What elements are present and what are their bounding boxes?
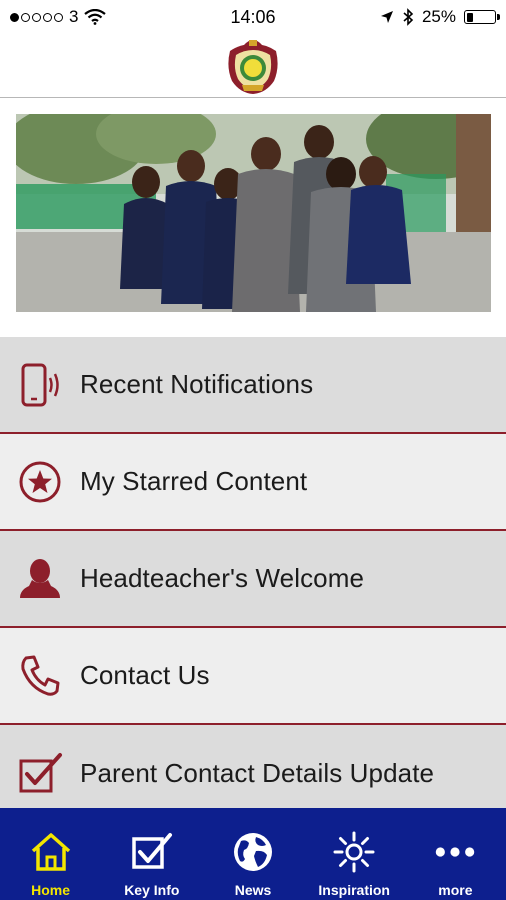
telephone-icon — [0, 627, 80, 724]
status-bar: 3 14:06 25% — [0, 0, 506, 34]
wifi-icon — [84, 9, 107, 25]
main-menu: Recent Notifications My Starred Content … — [0, 337, 506, 822]
app-header — [0, 34, 506, 98]
status-time: 14:06 — [230, 6, 276, 27]
menu-item-contact-us[interactable]: Contact Us — [0, 628, 506, 725]
star-circle-icon — [0, 433, 80, 530]
menu-item-label: Headteacher's Welcome — [80, 563, 365, 593]
person-icon — [0, 530, 80, 627]
more-dots-icon — [433, 830, 477, 874]
location-arrow-icon — [380, 11, 393, 23]
home-icon — [29, 830, 73, 874]
menu-item-recent-notifications[interactable]: Recent Notifications — [0, 337, 506, 434]
menu-item-label: My Starred Content — [80, 466, 308, 496]
tab-news[interactable]: News — [202, 808, 303, 900]
bottom-tab-bar: Home Key Info News Inspiration more — [0, 808, 506, 900]
menu-item-headteachers-welcome[interactable]: Headteacher's Welcome — [0, 531, 506, 628]
battery-level — [466, 12, 474, 22]
globe-icon — [231, 830, 275, 874]
carrier-name: 3 — [69, 7, 79, 26]
sun-icon — [332, 830, 376, 874]
tab-more[interactable]: more — [405, 808, 506, 900]
battery-percent: 25% — [421, 7, 456, 26]
tab-inspiration[interactable]: Inspiration — [304, 808, 405, 900]
status-right: 25% — [326, 7, 500, 27]
tab-label: more — [438, 882, 473, 898]
schoolchildren-photo — [16, 114, 491, 312]
phone-notification-icon — [0, 336, 80, 433]
hero-photo — [16, 114, 491, 312]
tab-label: News — [234, 882, 272, 898]
menu-item-label: Parent Contact Details Update — [80, 758, 435, 788]
battery-icon — [464, 10, 500, 24]
status-left: 3 — [10, 7, 180, 27]
tab-label: Inspiration — [318, 882, 390, 898]
menu-item-my-starred-content[interactable]: My Starred Content — [0, 434, 506, 531]
bluetooth-icon — [403, 8, 414, 26]
menu-item-label: Recent Notifications — [80, 369, 314, 399]
tab-label: Key Info — [124, 882, 180, 898]
menu-item-label: Contact Us — [80, 660, 210, 690]
tab-key-info[interactable]: Key Info — [101, 808, 202, 900]
signal-strength-icon — [10, 12, 63, 22]
tab-label: Home — [31, 882, 71, 898]
tab-home[interactable]: Home — [0, 808, 101, 900]
checkbox-icon — [130, 830, 174, 874]
school-crest-logo — [228, 39, 278, 94]
